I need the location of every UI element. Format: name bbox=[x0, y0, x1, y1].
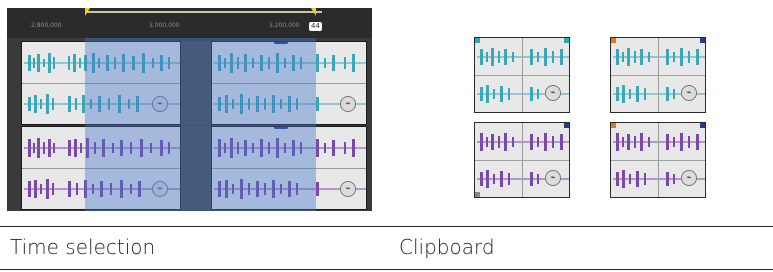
clip-split-line bbox=[658, 38, 659, 112]
loop-region-bar[interactable] bbox=[85, 11, 322, 13]
clip-split-line bbox=[658, 123, 659, 197]
audio-track-2: ⌁ ⌁ bbox=[21, 126, 367, 210]
table-bottom-rule bbox=[0, 269, 773, 270]
waveform-channel-right: ⌁ bbox=[212, 83, 366, 124]
crossfade-icon[interactable]: ⌁ bbox=[545, 85, 561, 101]
clip-split-line bbox=[522, 38, 523, 112]
caption-clipboard: Clipboard bbox=[399, 235, 495, 259]
clip-split-line bbox=[522, 123, 523, 197]
waveform-channel-right: ⌁ bbox=[22, 83, 180, 124]
crossfade-icon[interactable]: ⌁ bbox=[152, 96, 168, 112]
clipboard-clip-teal-2[interactable]: ⌁ bbox=[610, 37, 706, 113]
timeline-editor[interactable]: 2,800,000 3,000,000 3,200,000 44 ⌁ ⌁ ⌁ ⌁ bbox=[7, 8, 372, 211]
waveform-channel-right: ⌁ bbox=[212, 168, 366, 209]
clipboard-clip-teal-1[interactable]: ⌁ bbox=[474, 37, 570, 113]
audio-clip[interactable]: ⌁ bbox=[21, 41, 181, 125]
table-top-rule bbox=[0, 226, 773, 227]
waveform-icon bbox=[214, 53, 366, 73]
audio-clip[interactable]: ⌁ bbox=[211, 126, 367, 210]
ruler-tick-label: 3,000,000 bbox=[149, 22, 180, 29]
timeline-ruler[interactable]: 2,800,000 3,000,000 3,200,000 44 bbox=[7, 8, 372, 38]
waveform-channel-right: ⌁ bbox=[22, 168, 180, 209]
waveform-icon bbox=[214, 138, 366, 158]
caption-time-selection: Time selection bbox=[10, 235, 156, 259]
waveform-channel-left bbox=[212, 42, 366, 84]
selection-end-handle[interactable]: 44 bbox=[309, 22, 322, 31]
waveform-icon bbox=[24, 53, 180, 73]
ruler-tick-label: 3,200,000 bbox=[269, 22, 300, 29]
crossfade-icon[interactable]: ⌁ bbox=[152, 181, 168, 197]
crossfade-icon[interactable]: ⌁ bbox=[681, 170, 697, 186]
ruler-tick-label: 2,800,000 bbox=[31, 22, 62, 29]
audio-clip[interactable]: ⌁ bbox=[211, 41, 367, 125]
clipboard-clip-purple-1[interactable]: ⌁ bbox=[474, 122, 570, 198]
selection-end-marker[interactable] bbox=[311, 8, 316, 16]
waveform-channel-left bbox=[212, 127, 366, 169]
selection-start-marker[interactable] bbox=[85, 8, 90, 16]
waveform-icon bbox=[24, 138, 180, 158]
waveform-channel-left bbox=[22, 127, 180, 169]
audio-clip[interactable]: ⌁ bbox=[21, 126, 181, 210]
crossfade-icon[interactable]: ⌁ bbox=[681, 85, 697, 101]
crossfade-icon[interactable]: ⌁ bbox=[545, 170, 561, 186]
audio-track-1: ⌁ ⌁ bbox=[21, 41, 367, 125]
crossfade-icon[interactable]: ⌁ bbox=[340, 96, 356, 112]
waveform-channel-left bbox=[22, 42, 180, 84]
crossfade-icon[interactable]: ⌁ bbox=[340, 181, 356, 197]
clipboard-clip-purple-2[interactable]: ⌁ bbox=[610, 122, 706, 198]
